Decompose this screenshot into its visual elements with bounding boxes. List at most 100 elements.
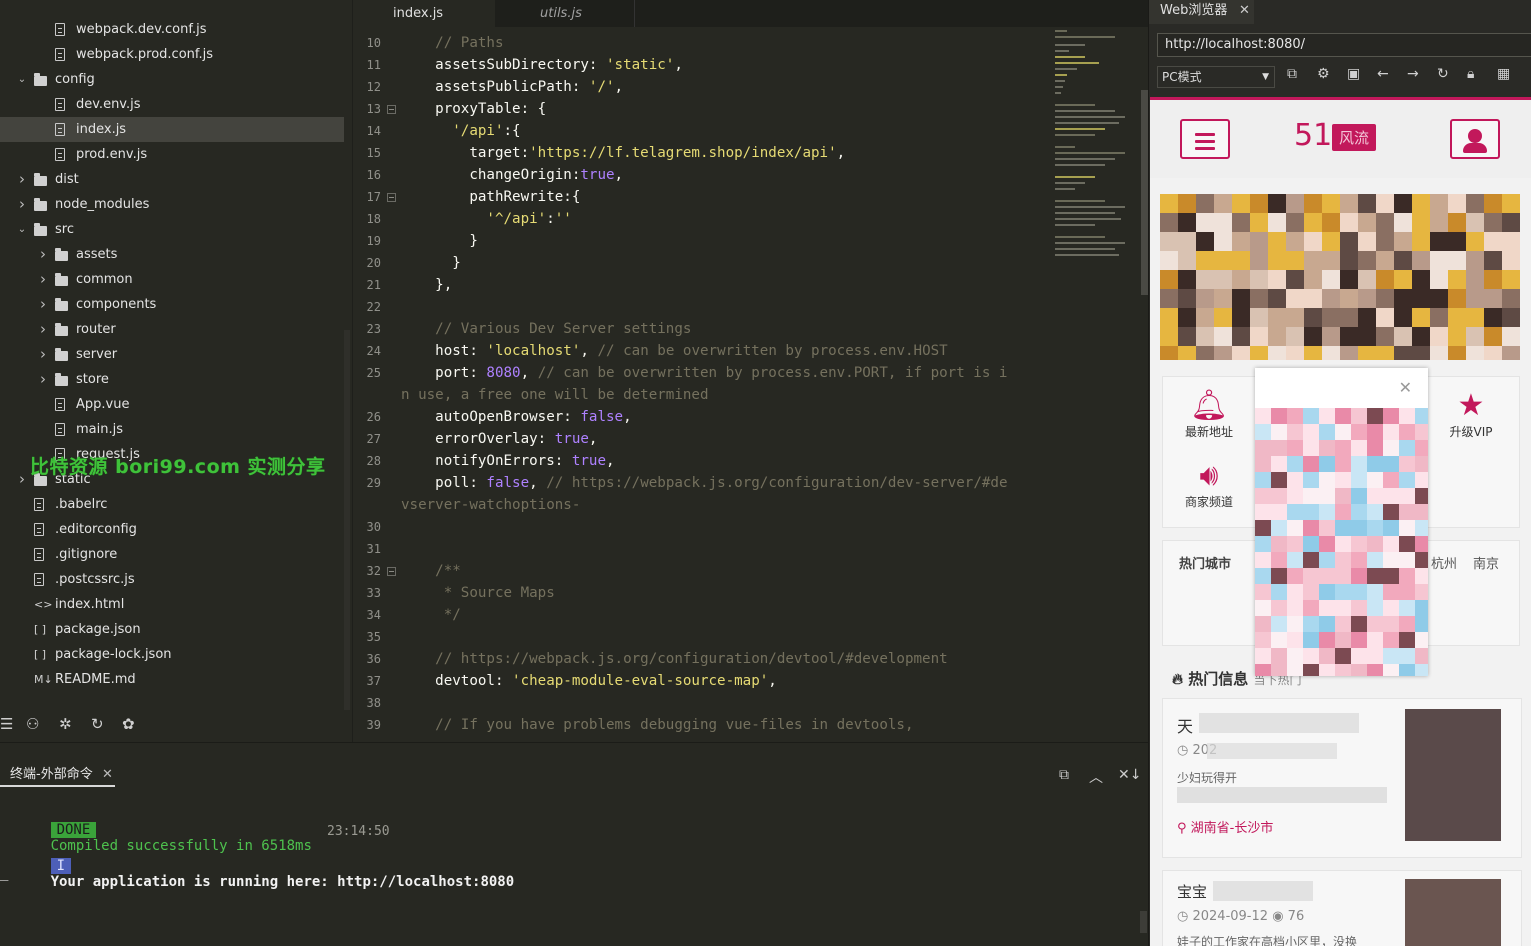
tab-utils-js[interactable]: utils.js [495,0,635,27]
tree-item[interactable]: › dist [0,167,344,192]
git-icon[interactable]: ↻ [91,715,104,733]
category-latest[interactable]: 🔔︎ 最新地址 [1179,389,1239,440]
binoculars-icon[interactable]: ⚇ [26,715,39,733]
tree-item[interactable]: › node_modules [0,192,344,217]
code-line[interactable]: 13 proxyTable: { [353,98,1053,120]
code-line[interactable]: 19 } [353,230,1053,252]
code-line[interactable]: 38 [353,692,1053,714]
code-line[interactable]: 17 pathRewrite:{ [353,186,1053,208]
chevron-right-icon[interactable]: › [16,167,28,192]
code-line[interactable]: 20 } [353,252,1053,274]
tree-item[interactable]: main.js [0,417,344,442]
tree-item[interactable]: › assets [0,242,344,267]
code-line[interactable]: 32 /** [353,560,1053,582]
fold-toggle-icon[interactable] [387,193,396,202]
grid-icon[interactable]: ▦ [1497,66,1510,82]
code-line[interactable]: 27 errorOverlay: true, [353,428,1053,450]
code-line[interactable]: n use, a free one will be determined [353,384,1053,406]
city-nanjing[interactable]: 南京 [1473,553,1499,572]
tree-item[interactable]: › router [0,317,344,342]
url-bar[interactable]: http://localhost:8080/ [1157,33,1531,57]
code-line[interactable]: 26 autoOpenBrowser: false, [353,406,1053,428]
tree-item[interactable]: .gitignore [0,542,344,567]
code-line[interactable]: 33 * Source Maps [353,582,1053,604]
plugin-icon[interactable]: ✿ [122,715,135,733]
bug-icon[interactable]: ✲ [59,715,72,733]
code-line[interactable]: 21 }, [353,274,1053,296]
category-vip[interactable]: ★ 升级VIP [1441,389,1501,440]
code-line[interactable]: 10 // Paths [353,32,1053,54]
tree-item[interactable]: ⌄ src [0,217,344,242]
tree-item[interactable]: webpack.dev.conf.js [0,17,344,42]
code-line[interactable]: 35 [353,626,1053,648]
close-icon[interactable]: ✕ [102,763,113,787]
close-icon[interactable]: ✕ [1399,378,1412,397]
code-line[interactable]: 39 // If you have problems debugging vue… [353,714,1053,736]
chevron-up-icon[interactable]: ︿ [1089,767,1103,787]
tree-item[interactable]: › server [0,342,344,367]
chevron-right-icon[interactable]: › [37,317,49,342]
chevron-right-icon[interactable]: › [37,292,49,317]
reload-icon[interactable]: ↻ [1437,66,1449,82]
code-line[interactable]: 14 '/api':{ [353,120,1053,142]
chevron-right-icon[interactable]: › [16,467,28,492]
terminal-cursor[interactable]: _ [0,865,8,881]
mode-select[interactable]: PC模式 ▼ [1157,66,1275,88]
code-line[interactable]: 18 '^/api':'' [353,208,1053,230]
tree-item[interactable]: .editorconfig [0,517,344,542]
chevron-right-icon[interactable]: › [37,242,49,267]
tree-item[interactable]: .babelrc [0,492,344,517]
chevron-down-icon[interactable]: ⌄ [16,67,28,92]
explorer-scrollbar[interactable] [344,330,350,710]
tree-item[interactable]: App.vue [0,392,344,417]
tree-item[interactable]: webpack.prod.conf.js [0,42,344,67]
code-line[interactable]: 37 devtool: 'cheap-module-eval-source-ma… [353,670,1053,692]
info-card[interactable]: 宝宝 ◷ 2024-09-12 ◉ 76 娃子的工作家在高档小区里，没换 [1162,870,1522,946]
new-window-icon[interactable]: ⧉ [1287,66,1297,82]
popup-ad-image[interactable] [1255,408,1428,676]
maximize-icon[interactable]: ⧉ [1059,767,1069,783]
back-icon[interactable]: ← [1377,66,1389,82]
site-menu-button[interactable] [1180,119,1230,159]
tree-item[interactable]: ⌄ config [0,67,344,92]
site-banner-image[interactable] [1160,194,1520,360]
tree-item[interactable]: › components [0,292,344,317]
city-hangzhou[interactable]: 杭州 [1431,553,1457,572]
outline-icon[interactable]: ☰ [0,715,13,733]
chevron-right-icon[interactable]: › [16,192,28,217]
close-icon[interactable]: ✕ [1239,0,1250,22]
tree-item[interactable]: index.js [0,117,344,142]
chevron-down-icon[interactable]: ⌄ [16,217,28,242]
code-line[interactable]: 28 notifyOnErrors: true, [353,450,1053,472]
category-merchant[interactable]: 🔊︎ 商家频道 [1179,459,1239,510]
tree-item[interactable]: dev.env.js [0,92,344,117]
code-line[interactable]: 16 changeOrigin:true, [353,164,1053,186]
code-line[interactable]: 12 assetsPublicPath: '/', [353,76,1053,98]
code-area[interactable]: 10 // Paths 11 assetsSubDirectory: 'stati… [353,32,1053,736]
tab-index-js[interactable]: index.js [353,0,495,27]
terminal-tab[interactable]: 终端-外部命令 ✕ [0,763,115,787]
fold-toggle-icon[interactable] [387,105,396,114]
tree-item[interactable]: M↓ README.md [0,667,344,692]
chevron-right-icon[interactable]: › [37,342,49,367]
code-line[interactable]: vserver-watchoptions- [353,494,1053,516]
tree-item[interactable]: <> index.html [0,592,344,617]
devtools-icon[interactable]: ▣ [1347,66,1360,82]
lock-icon[interactable]: 🔒︎ [1467,66,1474,82]
minimap[interactable] [1053,30,1137,270]
settings-icon[interactable]: ⚙ [1317,66,1330,82]
chevron-right-icon[interactable]: › [37,267,49,292]
forward-icon[interactable]: → [1407,66,1419,82]
tree-item[interactable]: .postcssrc.js [0,567,344,592]
terminal-scrollbar[interactable] [1140,911,1147,933]
info-card[interactable]: 天 ◷ 202 少妇玩得开 ⚲ 湖南省-长沙市 [1162,698,1522,858]
tree-item[interactable]: [ ] package.json [0,617,344,642]
code-line[interactable]: 34 */ [353,604,1053,626]
code-line[interactable]: 29 poll: false, // https://webpack.js.or… [353,472,1053,494]
code-line[interactable]: 25 port: 8080, // can be overwritten by … [353,362,1053,384]
tree-item[interactable]: › store [0,367,344,392]
chevron-right-icon[interactable]: › [37,367,49,392]
code-line[interactable]: 24 host: 'localhost', // can be overwrit… [353,340,1053,362]
code-line[interactable]: 36 // https://webpack.js.org/configurati… [353,648,1053,670]
tree-item[interactable]: prod.env.js [0,142,344,167]
